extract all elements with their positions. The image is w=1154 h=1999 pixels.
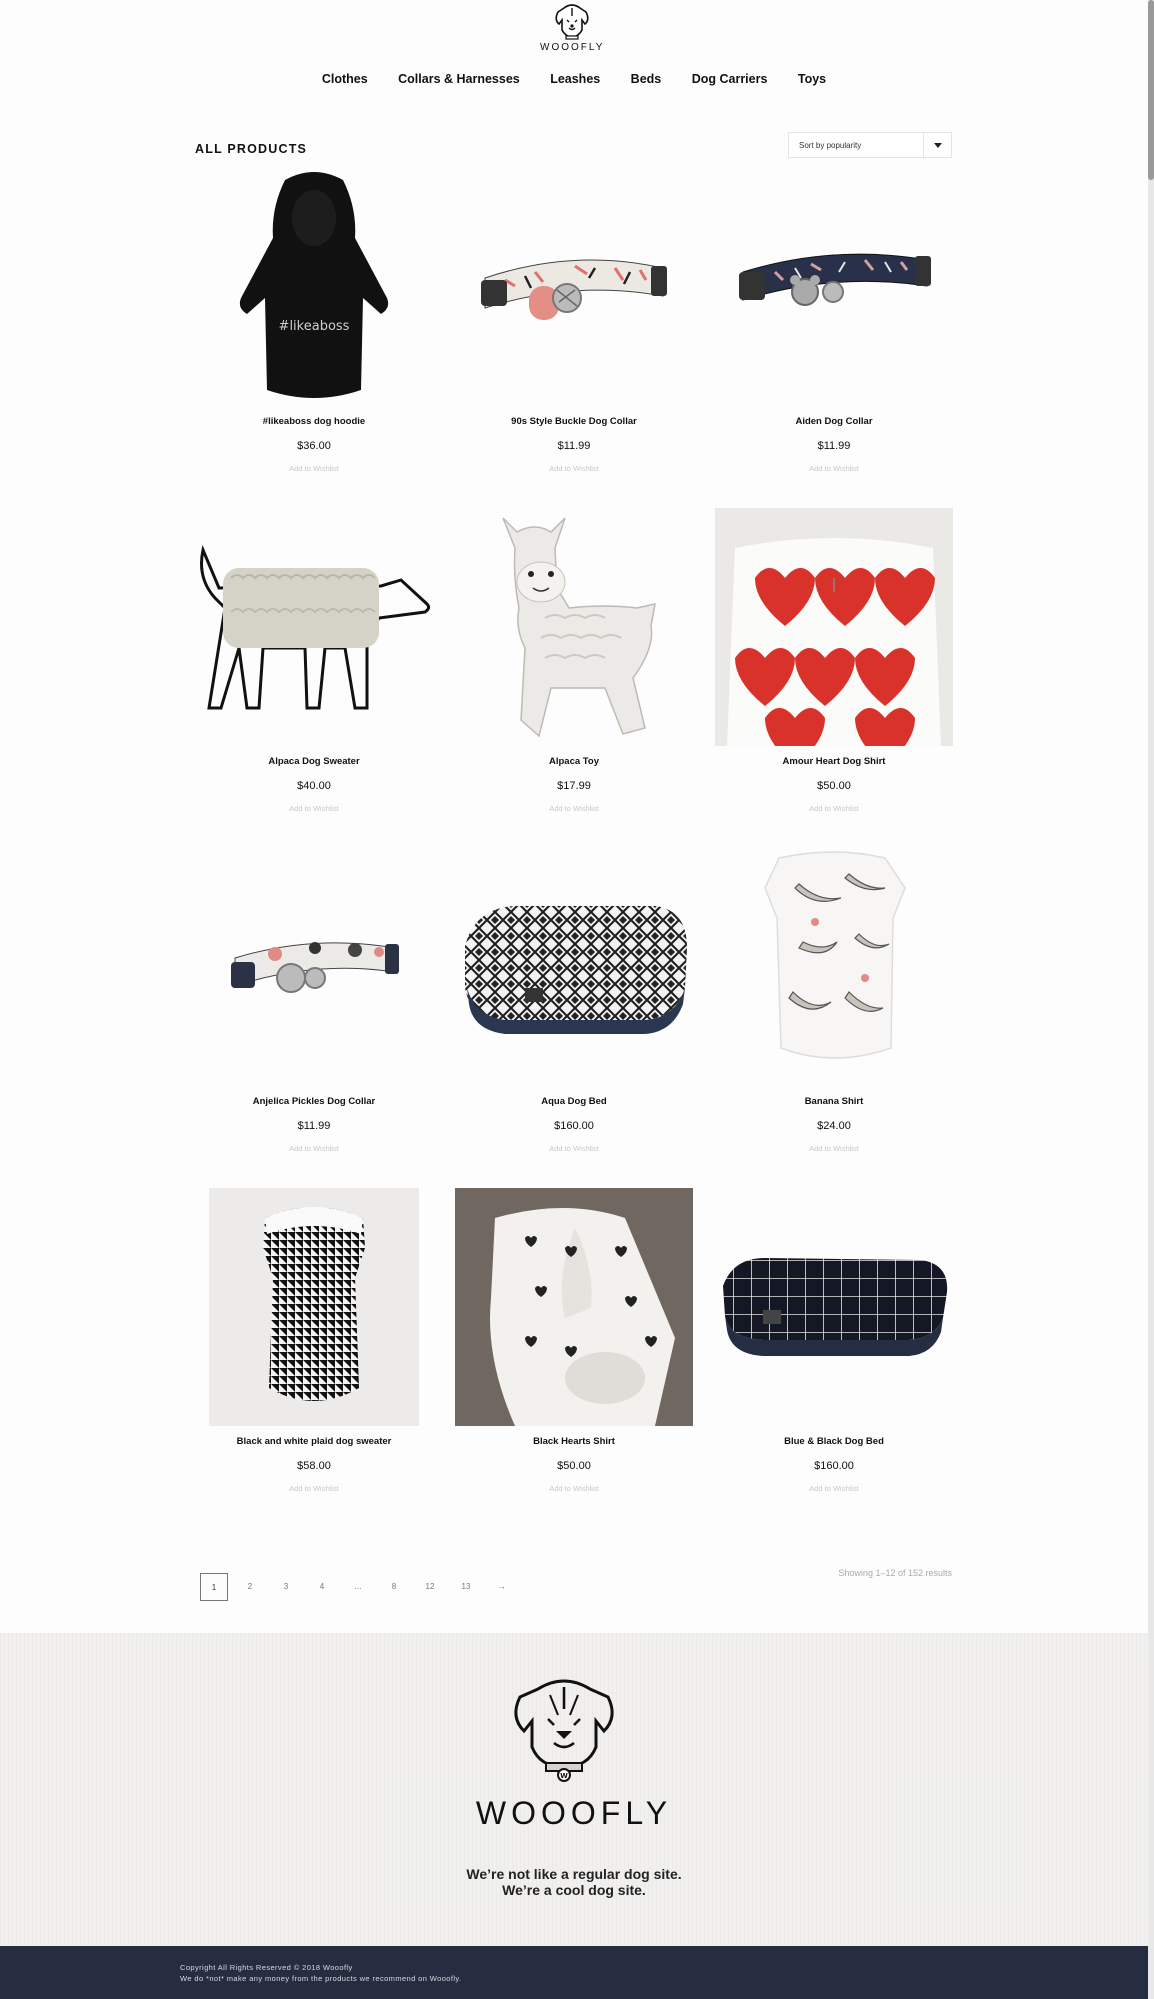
nav-leashes[interactable]: Leashes	[550, 72, 600, 86]
page-link-1[interactable]: 1	[200, 1573, 228, 1601]
product-image-aiden-collar[interactable]	[715, 168, 953, 406]
page-scrollbar[interactable]	[1148, 0, 1154, 1999]
page-ellipsis: …	[354, 1582, 362, 1591]
product-name[interactable]: 90s Style Buckle Dog Collar	[455, 416, 693, 430]
product-name[interactable]: Anjelica Pickles Dog Collar	[195, 1096, 433, 1110]
svg-text:W: W	[560, 1772, 568, 1780]
add-to-wishlist-link[interactable]: Add to Wishlist	[455, 464, 693, 473]
product-price: $24.00	[817, 1120, 851, 1132]
product-image-banana-shirt[interactable]	[715, 848, 953, 1086]
product-name[interactable]: Black and white plaid dog sweater	[195, 1436, 433, 1450]
page-title: ALL PRODUCTS	[195, 142, 308, 156]
add-to-wishlist-link[interactable]: Add to Wishlist	[455, 1144, 693, 1153]
product-card: Blue & Black Dog Bed $160.00 Add to Wish…	[715, 1188, 953, 1493]
footer-tagline-2: We’re a cool dog site.	[502, 1882, 646, 1898]
add-to-wishlist-link[interactable]: Add to Wishlist	[715, 804, 953, 813]
product-image-aqua-bed[interactable]	[455, 848, 693, 1086]
copyright-bar: Copyright All Rights Reserved © 2018 Woo…	[0, 1946, 1148, 1999]
product-image-hoodie[interactable]: #likeaboss	[195, 168, 433, 406]
hoodie-print: #likeaboss	[279, 319, 350, 334]
page-link-3[interactable]: 3	[272, 1573, 300, 1601]
disclaimer-text: We do *not* make any money from the prod…	[180, 1974, 462, 1983]
product-image-amour-heart-shirt[interactable]	[715, 508, 953, 746]
header-brand-name: WOOOFLY	[540, 42, 605, 53]
add-to-wishlist-link[interactable]: Add to Wishlist	[195, 804, 433, 813]
nav-beds[interactable]: Beds	[631, 72, 662, 86]
product-name[interactable]: Black Hearts Shirt	[455, 1436, 693, 1450]
page-link-13[interactable]: 13	[452, 1573, 480, 1601]
footer-brand-name: WOOOFLY	[475, 1795, 673, 1831]
nav-collars-harnesses[interactable]: Collars & Harnesses	[398, 72, 520, 86]
product-price: $50.00	[557, 1460, 591, 1472]
product-price: $160.00	[814, 1460, 854, 1472]
dog-logo-icon	[555, 4, 589, 40]
product-card: Amour Heart Dog Shirt $50.00 Add to Wish…	[715, 508, 953, 813]
next-page-arrow-icon[interactable]: →	[488, 1573, 516, 1601]
product-image-90s-collar[interactable]	[455, 168, 693, 406]
add-to-wishlist-link[interactable]: Add to Wishlist	[195, 464, 433, 473]
product-name[interactable]: Banana Shirt	[715, 1096, 953, 1110]
page-link-8[interactable]: 8	[380, 1573, 408, 1601]
product-card: Anjelica Pickles Dog Collar $11.99 Add t…	[195, 848, 433, 1153]
scrollbar-thumb[interactable]	[1148, 0, 1154, 180]
product-card: 90s Style Buckle Dog Collar $11.99 Add t…	[455, 168, 693, 473]
add-to-wishlist-link[interactable]: Add to Wishlist	[455, 1484, 693, 1493]
product-name[interactable]: Aiden Dog Collar	[715, 416, 953, 430]
add-to-wishlist-link[interactable]: Add to Wishlist	[195, 1144, 433, 1153]
chevron-down-icon[interactable]	[923, 133, 951, 157]
nav-toys[interactable]: Toys	[798, 72, 826, 86]
product-card: Alpaca Dog Sweater $40.00 Add to Wishlis…	[195, 508, 433, 813]
nav-dog-carriers[interactable]: Dog Carriers	[692, 72, 768, 86]
product-price: $36.00	[297, 440, 331, 452]
product-price: $17.99	[557, 780, 591, 792]
result-count: Showing 1–12 of 152 results	[838, 1568, 952, 1578]
product-card: #likeaboss #likeaboss dog hoodie $36.00 …	[195, 168, 433, 473]
product-card: Alpaca Toy $17.99 Add to Wishlist	[455, 508, 693, 813]
sort-selected-value: Sort by popularity	[799, 141, 862, 150]
product-card: Black Hearts Shirt $50.00 Add to Wishlis…	[455, 1188, 693, 1493]
product-price: $11.99	[557, 440, 591, 452]
product-name[interactable]: Alpaca Dog Sweater	[195, 756, 433, 770]
footer-tagline-1: We’re not like a regular dog site.	[466, 1866, 682, 1882]
add-to-wishlist-link[interactable]: Add to Wishlist	[455, 804, 693, 813]
dog-logo-icon: W	[514, 1679, 614, 1782]
product-image-anjelica-collar[interactable]	[195, 848, 433, 1086]
nav-clothes[interactable]: Clothes	[322, 72, 368, 86]
product-card: Aqua Dog Bed $160.00 Add to Wishlist	[455, 848, 693, 1153]
product-name[interactable]: #likeaboss dog hoodie	[195, 416, 433, 430]
product-price: $58.00	[297, 1460, 331, 1472]
product-price: $11.99	[297, 1120, 331, 1132]
product-name[interactable]: Blue & Black Dog Bed	[715, 1436, 953, 1450]
page-link-2[interactable]: 2	[236, 1573, 264, 1601]
page-link-12[interactable]: 12	[416, 1573, 444, 1601]
product-card: Banana Shirt $24.00 Add to Wishlist	[715, 848, 953, 1153]
page: WOOOFLY Clothes Collars & Harnesses Leas…	[0, 0, 1148, 1999]
product-image-blue-black-bed[interactable]	[715, 1188, 953, 1426]
footer: W WOOOFLY We’re not like a regular dog s…	[0, 1633, 1148, 1946]
add-to-wishlist-link[interactable]: Add to Wishlist	[715, 1144, 953, 1153]
add-to-wishlist-link[interactable]: Add to Wishlist	[715, 464, 953, 473]
product-price: $50.00	[817, 780, 851, 792]
header-logo[interactable]: WOOOFLY	[540, 2, 604, 62]
product-image-alpaca-toy[interactable]	[455, 508, 693, 746]
product-card: Aiden Dog Collar $11.99 Add to Wishlist	[715, 168, 953, 473]
main-nav: Clothes Collars & Harnesses Leashes Beds…	[0, 70, 1148, 88]
add-to-wishlist-link[interactable]: Add to Wishlist	[195, 1484, 433, 1493]
copyright-text: Copyright All Rights Reserved © 2018 Woo…	[180, 1963, 353, 1972]
page-link-4[interactable]: 4	[308, 1573, 336, 1601]
product-price: $11.99	[817, 440, 851, 452]
product-name[interactable]: Aqua Dog Bed	[455, 1096, 693, 1110]
product-image-plaid-sweater[interactable]	[195, 1188, 433, 1426]
product-name[interactable]: Amour Heart Dog Shirt	[715, 756, 953, 770]
product-image-alpaca-sweater[interactable]	[195, 508, 433, 746]
add-to-wishlist-link[interactable]: Add to Wishlist	[715, 1484, 953, 1493]
product-card: Black and white plaid dog sweater $58.00…	[195, 1188, 433, 1493]
product-price: $160.00	[554, 1120, 594, 1132]
product-name[interactable]: Alpaca Toy	[455, 756, 693, 770]
sort-select[interactable]: Sort by popularity	[788, 132, 952, 158]
product-image-black-hearts-shirt[interactable]	[455, 1188, 693, 1426]
product-price: $40.00	[297, 780, 331, 792]
